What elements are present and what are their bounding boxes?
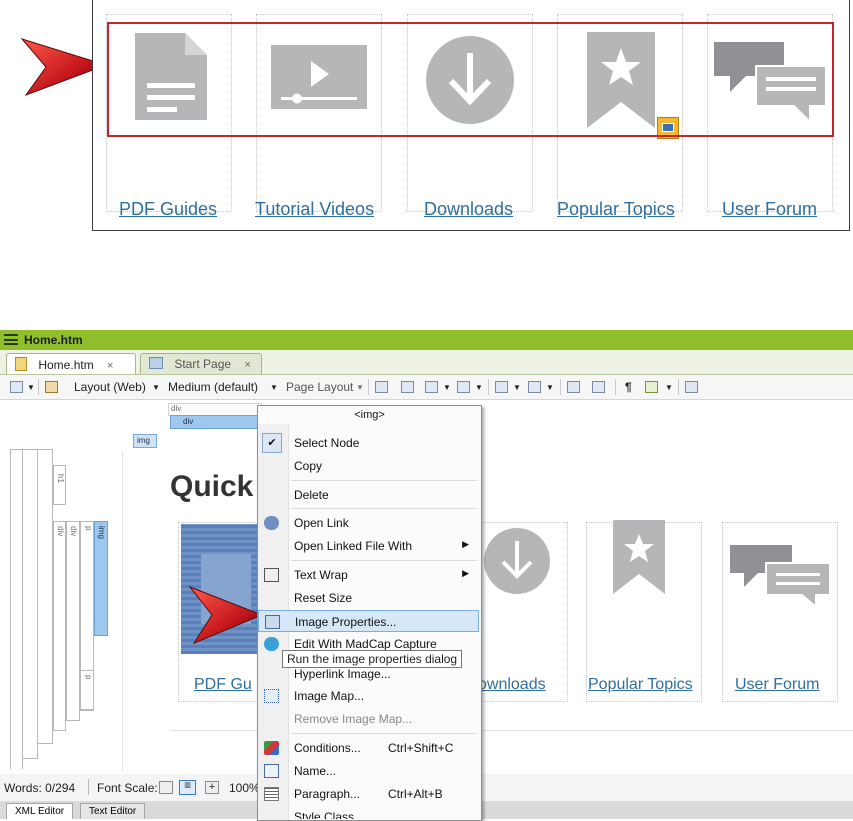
- menu-image-map[interactable]: Image Map...: [258, 685, 479, 707]
- image-properties-icon: [265, 615, 280, 629]
- text-box-icon[interactable]: [528, 381, 541, 393]
- multimedia-icon[interactable]: [457, 381, 470, 393]
- menu-remove-image-map[interactable]: Remove Image Map...: [258, 708, 479, 730]
- tab-text-editor[interactable]: Text Editor: [80, 803, 146, 819]
- editor-link-popular-topics[interactable]: Popular Topics: [588, 676, 693, 694]
- structure-col-2[interactable]: [22, 449, 38, 759]
- image-icon[interactable]: [425, 381, 438, 393]
- download-icon: [484, 528, 550, 594]
- editor-link-pdf-guides[interactable]: PDF Gu: [194, 676, 252, 694]
- forum-chat-icon: [730, 545, 830, 607]
- word-count: Words: 0/294: [4, 781, 76, 795]
- tooltip: Run the image properties dialog: [282, 650, 463, 668]
- link-popular-topics[interactable]: Popular Topics: [557, 199, 675, 220]
- name-icon: [264, 764, 279, 778]
- img-structure-bar[interactable]: img: [133, 434, 157, 448]
- menu-name[interactable]: Name...: [258, 760, 479, 782]
- menu-text-wrap[interactable]: Text Wrap ▶: [258, 564, 479, 586]
- window-title: Home.htm: [24, 333, 83, 347]
- pointer-arrow-icon: [188, 585, 264, 645]
- layout-dropdown[interactable]: Layout (Web): [74, 380, 146, 394]
- link-user-forum[interactable]: User Forum: [722, 199, 817, 220]
- chevron-down-icon[interactable]: ▼: [270, 383, 278, 392]
- submenu-arrow-icon: ▶: [462, 539, 469, 549]
- text-wrap-icon: [264, 568, 279, 582]
- image-map-icon: [264, 689, 279, 703]
- start-page-icon: [149, 357, 163, 369]
- reset-zoom-button[interactable]: ▥: [179, 780, 196, 795]
- page-icon: [15, 357, 27, 371]
- tab-start-label: Start Page: [174, 357, 232, 371]
- editor-toolbar: ▼ Layout (Web) ▼ Medium (default) ▼ Page…: [0, 375, 853, 400]
- chevron-down-icon[interactable]: ▼: [475, 383, 483, 392]
- table-icon[interactable]: [375, 381, 388, 393]
- menu-conditions[interactable]: Conditions... Ctrl+Shift+C: [258, 737, 479, 759]
- table-insert-icon[interactable]: [401, 381, 414, 393]
- bookmark-star-icon: [613, 520, 665, 594]
- zoom-out-button[interactable]: [159, 781, 173, 794]
- chevron-down-icon[interactable]: ▼: [443, 383, 451, 392]
- document-tabbar: Home.htm × Start Page ×: [0, 350, 853, 375]
- page-heading[interactable]: Quick: [170, 470, 253, 504]
- zoom-in-button[interactable]: +: [205, 781, 219, 794]
- structure-col-3[interactable]: [37, 449, 53, 744]
- preview-icon[interactable]: [10, 381, 23, 393]
- window-titlebar: Home.htm: [0, 330, 853, 350]
- indent-icon[interactable]: [567, 381, 580, 393]
- pilcrow-icon[interactable]: ¶: [625, 380, 632, 394]
- chevron-down-icon[interactable]: ▼: [546, 383, 554, 392]
- chevron-down-icon[interactable]: ▼: [152, 383, 160, 392]
- tab-close-icon[interactable]: ×: [244, 359, 250, 371]
- tab-home-htm[interactable]: Home.htm ×: [6, 353, 136, 374]
- img-structure-bar-vertical[interactable]: img: [94, 521, 108, 636]
- div-structure-bar-selected[interactable]: div: [170, 415, 260, 429]
- tab-start-page[interactable]: Start Page ×: [140, 353, 262, 374]
- chevron-down-icon[interactable]: ▼: [665, 383, 673, 392]
- zoom-level: 100%: [229, 781, 260, 795]
- menu-copy[interactable]: Copy: [258, 455, 479, 477]
- paragraph-icon: [264, 787, 279, 801]
- link-downloads[interactable]: Downloads: [424, 199, 513, 220]
- link-icon: [264, 516, 279, 530]
- hamburger-menu-icon[interactable]: [4, 334, 18, 345]
- div-structure-bar-a[interactable]: div: [53, 521, 66, 731]
- cross-reference-icon[interactable]: [592, 381, 605, 393]
- submenu-arrow-icon: ▶: [462, 568, 469, 578]
- link-pdf-guides[interactable]: PDF Guides: [119, 199, 217, 220]
- capture-icon: [264, 637, 279, 651]
- editor-link-downloads[interactable]: ownloads: [478, 676, 546, 694]
- menu-paragraph[interactable]: Paragraph... Ctrl+Alt+B: [258, 783, 479, 805]
- pen-icon[interactable]: [45, 381, 58, 393]
- menu-style-class[interactable]: Style Class: [258, 809, 479, 819]
- tab-xml-editor[interactable]: XML Editor: [6, 803, 74, 819]
- tab-close-icon[interactable]: ×: [107, 360, 113, 372]
- chevron-down-icon[interactable]: ▼: [513, 383, 521, 392]
- menu-reset-size[interactable]: Reset Size: [258, 587, 479, 609]
- track-changes-icon[interactable]: [685, 381, 698, 393]
- menu-delete[interactable]: Delete: [258, 484, 479, 506]
- editor-link-user-forum[interactable]: User Forum: [735, 676, 819, 694]
- context-menu: <img> ✔ Select Node Copy Delete Open Lin…: [257, 405, 482, 821]
- h1-structure-bar[interactable]: h1: [53, 465, 66, 505]
- chevron-down-icon[interactable]: ▼: [356, 383, 364, 392]
- menu-open-linked-file-with[interactable]: Open Linked File With ▶: [258, 535, 479, 557]
- tab-home-label: Home.htm: [38, 358, 94, 372]
- p-structure-bar-b[interactable]: p: [80, 670, 94, 710]
- chevron-down-icon[interactable]: ▼: [27, 383, 35, 392]
- medium-dropdown[interactable]: Medium (default): [168, 380, 258, 394]
- menu-image-properties[interactable]: Image Properties...: [258, 610, 479, 632]
- menu-select-node[interactable]: ✔ Select Node: [258, 432, 479, 454]
- menu-open-link[interactable]: Open Link: [258, 512, 479, 534]
- show-tags-icon[interactable]: [645, 381, 658, 393]
- divider: [122, 451, 123, 771]
- div-structure-bar-b[interactable]: div: [66, 521, 80, 721]
- conditions-icon: [264, 741, 279, 755]
- link-tutorial-videos[interactable]: Tutorial Videos: [255, 199, 374, 220]
- font-scale-label: Font Scale:: [97, 781, 158, 795]
- snippet-icon[interactable]: [495, 381, 508, 393]
- context-menu-header: <img>: [354, 409, 385, 421]
- selection-highlight-rect: [107, 22, 834, 137]
- page-layout-dropdown[interactable]: Page Layout: [286, 380, 353, 394]
- checkmark-icon: ✔: [262, 433, 282, 453]
